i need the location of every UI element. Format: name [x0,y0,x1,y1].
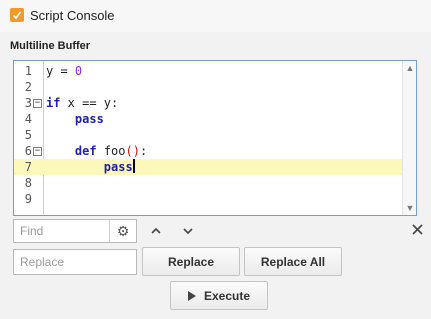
find-field: ⚙ [13,219,137,243]
window-title: Script Console [30,8,115,23]
code-line[interactable]: 5 [14,127,402,143]
replace-all-button[interactable]: Replace All [244,247,342,276]
code-line-current[interactable]: 7 pass [14,159,402,175]
divider [109,220,110,242]
replace-button[interactable]: Replace [142,247,240,276]
fold-collapse-icon[interactable]: − [33,99,42,108]
code-line[interactable]: 2 [14,79,402,95]
line-number: 8 [24,176,32,190]
code-text: pass [103,159,135,174]
execute-button[interactable]: Execute [170,281,268,310]
line-number: 7 [24,160,32,174]
line-number: 4 [24,112,32,126]
replace-input[interactable] [14,250,136,274]
code-text: y = 0 [46,64,83,78]
title-bar: Script Console [0,0,431,32]
close-find-icon[interactable] [408,222,426,240]
code-line[interactable]: 9 [14,191,402,207]
execute-label: Execute [203,288,251,303]
find-previous-chevron-up-icon[interactable] [148,222,164,240]
code-line[interactable]: 6 − def foo(): [14,143,402,159]
line-number: 5 [24,128,32,142]
line-number: 2 [24,80,32,94]
code-text: if x == y: [46,96,119,110]
find-input[interactable] [14,220,109,242]
play-icon [187,290,196,301]
scroll-down-icon[interactable]: ▼ [403,201,416,215]
code-editor[interactable]: 1 y = 0 2 3 − if x == y: 4 pass 5 6 − de… [13,60,417,216]
line-number: 3 [24,96,32,110]
code-line[interactable]: 8 [14,175,402,191]
line-number: 9 [24,192,32,206]
script-console-icon [10,8,24,22]
text-caret [132,159,135,173]
scroll-up-icon[interactable]: ▲ [403,61,416,75]
code-text: def foo(): [74,144,148,158]
find-next-chevron-down-icon[interactable] [180,222,196,240]
code-line[interactable]: 4 pass [14,111,402,127]
replace-field [13,249,137,275]
vertical-scrollbar[interactable]: ▲ ▼ [402,61,416,215]
gear-icon[interactable]: ⚙ [112,222,134,240]
fold-collapse-icon[interactable]: − [33,147,42,156]
line-number: 1 [24,64,32,78]
line-number: 6 [24,144,32,158]
code-text: pass [74,112,104,126]
code-line[interactable]: 3 − if x == y: [14,95,402,111]
multiline-buffer-label: Multiline Buffer [10,40,91,52]
code-line[interactable]: 1 y = 0 [14,63,402,79]
